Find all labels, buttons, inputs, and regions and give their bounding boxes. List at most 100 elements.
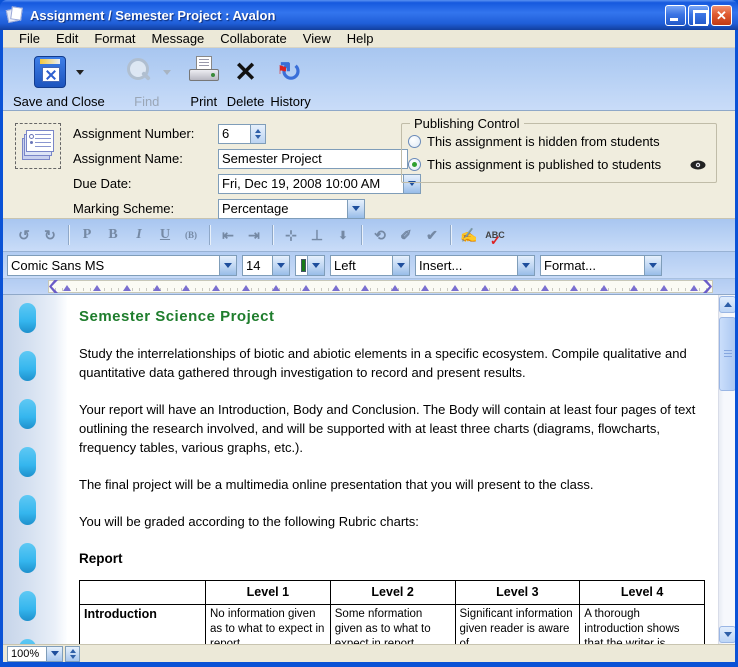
spinner-buttons[interactable]: [250, 125, 265, 143]
pencil-icon[interactable]: ✐: [393, 227, 419, 244]
scroll-up-button[interactable]: [719, 296, 735, 313]
signature-icon[interactable]: ✍: [456, 227, 482, 244]
status-bar: 100%: [3, 644, 735, 662]
chevron-down-icon[interactable]: [272, 256, 289, 275]
table-header-row: Level 1 Level 2 Level 3 Level 4: [80, 581, 705, 605]
vertical-scrollbar[interactable]: [718, 295, 735, 644]
table-cell: No information given as to what to expec…: [206, 605, 331, 645]
hidden-from-students-option[interactable]: This assignment is hidden from students: [402, 130, 716, 153]
save-and-close-button[interactable]: Save and Close: [13, 52, 105, 109]
chevron-down-icon[interactable]: [307, 256, 324, 275]
menu-help[interactable]: Help: [339, 31, 382, 46]
table-cell: Significant information given reader is …: [455, 605, 580, 645]
zoom-value: 100%: [7, 646, 47, 662]
doc-paragraph: The final project will be a multimedia o…: [79, 475, 707, 494]
scroll-down-button[interactable]: [719, 626, 735, 643]
bold-icon[interactable]: B: [100, 227, 126, 243]
redo-icon[interactable]: ↻: [37, 227, 63, 244]
font-color-select[interactable]: [295, 255, 325, 276]
formatting-toolbar: ↺ ↻ P B I U (B) ⇤ ⇥ ⊹ ⊥ ⬇ ⟲ ✐ ✔ ✍ ABC✓: [3, 219, 735, 252]
zoom-stepper[interactable]: [65, 646, 80, 662]
flag-icon: ⚑: [277, 54, 288, 86]
delete-icon: ✕: [234, 56, 257, 88]
doc-subheading: Report: [79, 549, 707, 568]
assignment-name-field[interactable]: Semester Project: [218, 149, 408, 169]
font-toolbar: Comic Sans MS 14 Left Insert... Format..…: [3, 252, 735, 279]
table-cell: A thorough introduction shows that the w…: [580, 605, 705, 645]
find-dropdown-arrow-icon: [163, 70, 171, 75]
menu-format[interactable]: Format: [86, 31, 143, 46]
format-select[interactable]: Format...: [540, 255, 662, 276]
title-bar[interactable]: Assignment / Semester Project : Avalon ✕: [0, 0, 738, 30]
insert-select[interactable]: Insert...: [415, 255, 535, 276]
revert-icon[interactable]: ⟲: [367, 227, 393, 244]
table-header-cell: Level 1: [206, 581, 331, 605]
published-to-students-option[interactable]: This assignment is published to students: [402, 153, 716, 176]
chevron-down-icon[interactable]: [644, 256, 661, 275]
doc-paragraph: You will be graded according to the foll…: [79, 512, 707, 531]
radio-selected-icon[interactable]: [408, 158, 421, 171]
tab-stop-icon[interactable]: ⊹: [278, 227, 304, 244]
chevron-down-icon[interactable]: [392, 256, 409, 275]
marking-scheme-label: Marking Scheme:: [73, 201, 218, 216]
scrollbar-thumb[interactable]: [719, 317, 735, 391]
chevron-down-icon[interactable]: [47, 646, 63, 662]
document-editor[interactable]: Semester Science Project Study the inter…: [79, 307, 707, 644]
spellcheck-icon[interactable]: ABC✓: [482, 230, 508, 240]
table-row: Introduction No information given as to …: [80, 605, 705, 645]
table-cell: Some nformation given as to what to expe…: [330, 605, 455, 645]
table-header-cell: Level 4: [580, 581, 705, 605]
move-down-icon[interactable]: ⬇: [330, 229, 356, 242]
maximize-button[interactable]: [688, 5, 709, 26]
plain-style-icon[interactable]: P: [74, 227, 100, 243]
due-date-select[interactable]: Fri, Dec 19, 2008 10:00 AM: [218, 174, 421, 194]
font-color-swatch: [301, 259, 306, 272]
table-header-cell: [80, 581, 206, 605]
alignment-select[interactable]: Left: [330, 255, 410, 276]
indent-icon[interactable]: ⇥: [241, 227, 267, 244]
outdent-icon[interactable]: ⇤: [215, 227, 241, 244]
assignment-number-stepper[interactable]: 6: [218, 124, 266, 144]
menu-collaborate[interactable]: Collaborate: [212, 31, 295, 46]
table-header-cell: Level 3: [455, 581, 580, 605]
underline-icon[interactable]: U: [152, 227, 178, 243]
approve-icon[interactable]: ✔: [419, 227, 445, 244]
main-toolbar: Save and Close Find Print ✕: [3, 48, 735, 111]
eye-icon[interactable]: [690, 158, 706, 173]
margin-stop-icon[interactable]: ⊥: [304, 227, 330, 244]
undo-icon[interactable]: ↺: [11, 227, 37, 244]
chevron-down-icon[interactable]: [517, 256, 534, 275]
menu-message[interactable]: Message: [144, 31, 213, 46]
font-family-select[interactable]: Comic Sans MS: [7, 255, 237, 276]
publishing-control-group: Publishing Control This assignment is hi…: [401, 123, 717, 183]
rubric-table: Level 1 Level 2 Level 3 Level 4 Introduc…: [79, 580, 705, 644]
publishing-control-title: Publishing Control: [410, 116, 524, 131]
history-icon: ↻⚑: [279, 56, 302, 88]
minimize-button[interactable]: [665, 5, 686, 26]
delete-button[interactable]: ✕ Delete: [227, 52, 265, 109]
menu-file[interactable]: File: [11, 31, 48, 46]
find-button[interactable]: Find: [123, 52, 171, 109]
save-dropdown-arrow-icon[interactable]: [76, 70, 84, 75]
document-area: Semester Science Project Study the inter…: [3, 294, 735, 644]
chevron-down-icon[interactable]: [347, 200, 364, 218]
menu-bar: File Edit Format Message Collaborate Vie…: [3, 30, 735, 48]
application-window: Assignment / Semester Project : Avalon ✕…: [0, 0, 738, 667]
strike-style-icon[interactable]: (B): [178, 230, 204, 240]
close-button[interactable]: ✕: [711, 5, 732, 26]
chevron-down-icon[interactable]: [219, 256, 236, 275]
table-cell: Introduction: [80, 605, 206, 645]
assignment-form: Assignment Number: 6 Assignment Name: Se…: [3, 111, 735, 219]
marking-scheme-select[interactable]: Percentage: [218, 199, 365, 219]
radio-icon[interactable]: [408, 135, 421, 148]
menu-view[interactable]: View: [295, 31, 339, 46]
print-button[interactable]: Print: [187, 52, 221, 109]
doc-paragraph: Study the interrelationships of biotic a…: [79, 344, 707, 382]
menu-edit[interactable]: Edit: [48, 31, 86, 46]
font-size-select[interactable]: 14: [242, 255, 290, 276]
table-header-cell: Level 2: [330, 581, 455, 605]
history-button[interactable]: ↻⚑ History: [270, 52, 310, 109]
zoom-select[interactable]: 100%: [7, 646, 63, 662]
italic-icon[interactable]: I: [126, 227, 152, 243]
find-icon: [123, 56, 153, 88]
